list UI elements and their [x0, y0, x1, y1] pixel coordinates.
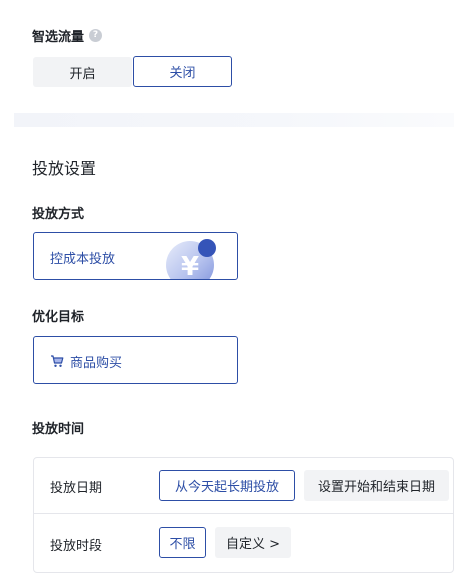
- delivery-date-label: 投放日期: [50, 481, 103, 496]
- smart-traffic-on-label: 开启: [69, 66, 96, 82]
- optimization-goal-card[interactable]: 商品购买: [33, 336, 238, 384]
- question-circle-icon[interactable]: ?: [89, 29, 103, 42]
- set-date-range-button[interactable]: 设置开始和结束日期: [304, 470, 449, 501]
- unlimited-period-label: 不限: [169, 537, 196, 552]
- smart-traffic-header: 智选流量 ?: [32, 26, 103, 45]
- delivery-time-label: 投放时间: [32, 422, 85, 437]
- row-divider: [34, 513, 453, 514]
- long-term-delivery-label: 从今天起长期投放: [174, 480, 279, 495]
- delivery-settings-title: 投放设置: [32, 159, 97, 178]
- yuan-coin-icon: ¥: [164, 235, 224, 280]
- smart-traffic-title: 智选流量: [32, 30, 85, 45]
- smart-traffic-off-label: 关闭: [169, 66, 196, 81]
- delivery-period-label: 投放时段: [50, 539, 103, 554]
- long-term-delivery-button[interactable]: 从今天起长期投放: [159, 470, 295, 501]
- section-divider: [14, 113, 454, 127]
- delivery-time-panel: 投放日期 从今天起长期投放 设置开始和结束日期 投放时段 不限 自定义 >: [33, 457, 454, 573]
- delivery-method-value: 控成本投放: [50, 252, 116, 267]
- shopping-cart-icon: [50, 353, 64, 367]
- delivery-method-label: 投放方式: [32, 207, 85, 222]
- unlimited-period-button[interactable]: 不限: [159, 527, 206, 558]
- custom-period-button[interactable]: 自定义 >: [215, 527, 291, 558]
- set-date-range-label: 设置开始和结束日期: [317, 480, 435, 495]
- optimization-goal-label: 优化目标: [32, 310, 85, 325]
- smart-traffic-off-button[interactable]: 关闭: [133, 56, 232, 87]
- svg-text:¥: ¥: [181, 252, 199, 280]
- delivery-method-card[interactable]: 控成本投放 ¥: [33, 232, 238, 280]
- optimization-goal-value: 商品购买: [70, 356, 123, 371]
- smart-traffic-on-button[interactable]: 开启: [33, 57, 132, 87]
- custom-period-label: 自定义 >: [225, 537, 281, 552]
